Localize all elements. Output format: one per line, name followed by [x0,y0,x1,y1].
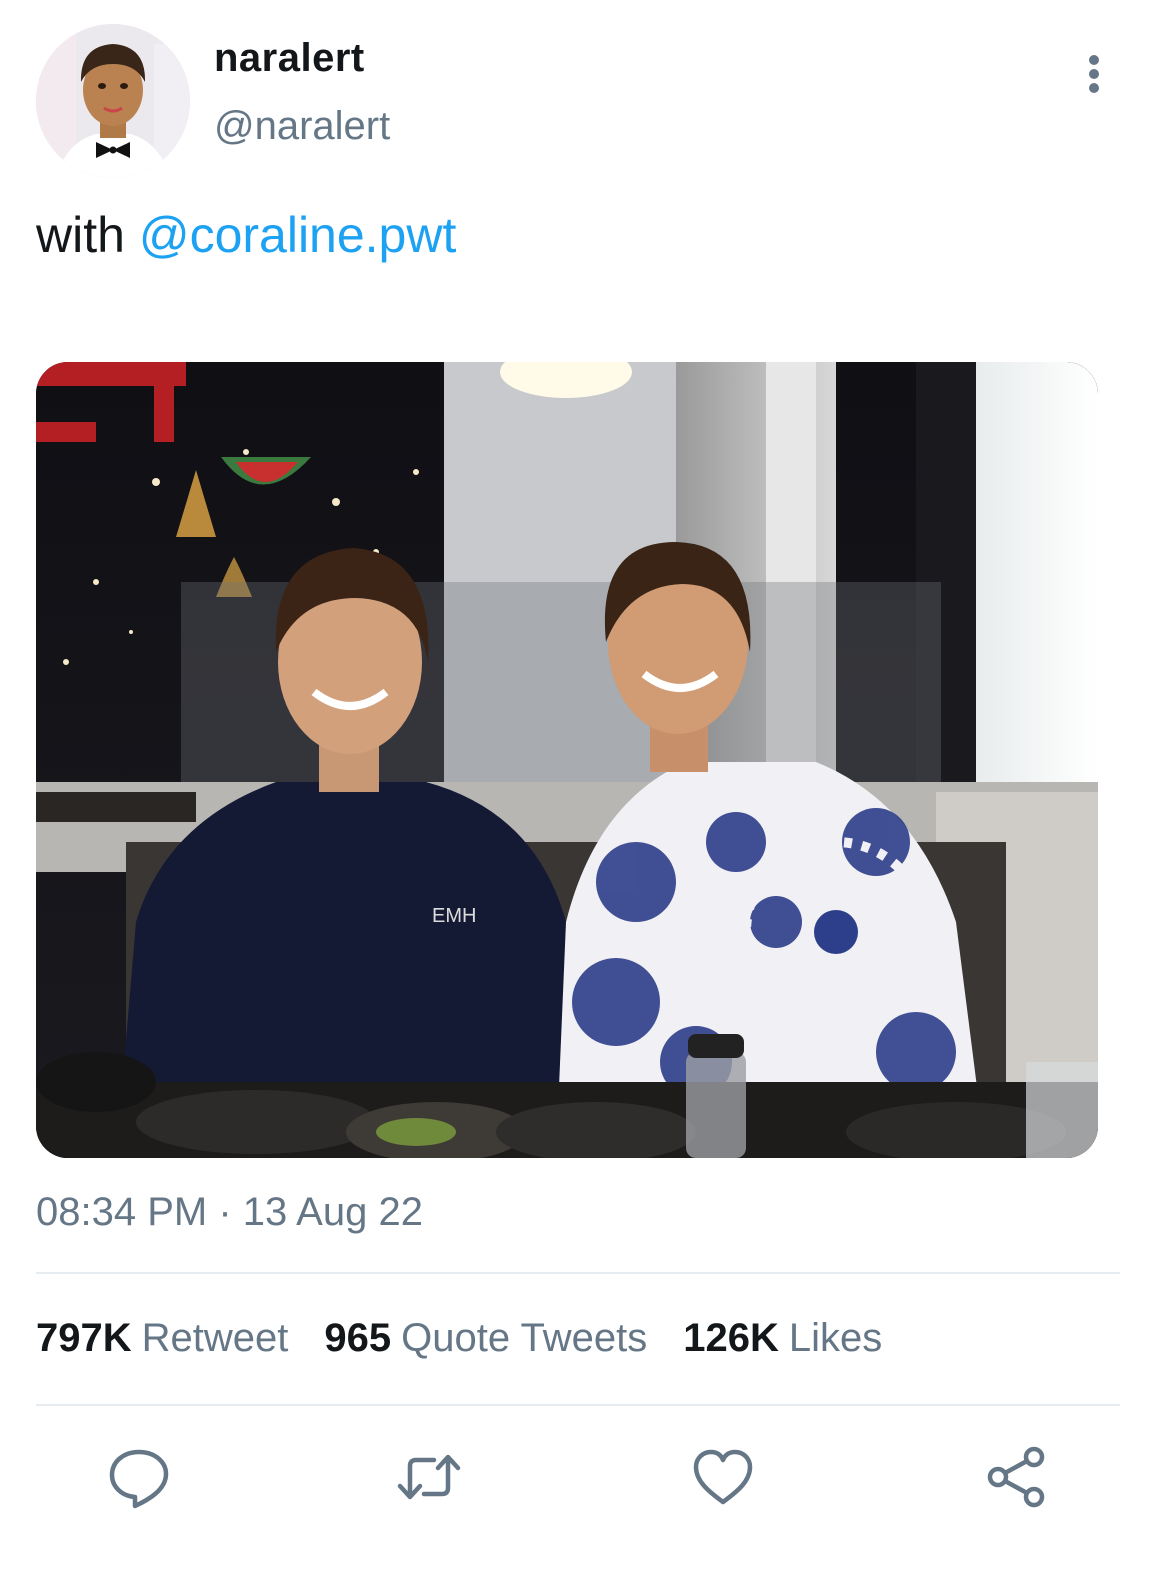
divider [36,1404,1120,1406]
like-button[interactable] [690,1444,756,1510]
reply-button[interactable] [106,1444,172,1510]
retweet-icon [397,1454,461,1500]
tweet-stats: 797K Retweet 965 Quote Tweets 126K Likes [36,1316,918,1361]
quote-tweet-count[interactable]: 965 Quote Tweets [324,1316,647,1361]
quote-tweet-count-value: 965 [324,1316,392,1360]
author-display-name[interactable]: naralert [214,36,365,81]
like-count-value: 126K [683,1316,779,1360]
svg-text:EMH: EMH [432,905,476,927]
retweet-count-value: 797K [36,1316,132,1360]
photo-icon: EMH [36,362,1098,1158]
like-count-label: Likes [788,1316,883,1360]
retweet-count[interactable]: 797K Retweet [36,1316,288,1361]
author-handle[interactable]: @naralert [214,104,390,149]
tweet-text: with @coraline.pwt [36,206,456,264]
tweet-timestamp[interactable]: 08:34 PM · 13 Aug 22 [36,1190,423,1235]
quote-tweet-count-label: Quote Tweets [401,1316,648,1360]
divider [36,1272,1120,1274]
more-options-button[interactable] [1072,50,1116,98]
mention-link[interactable]: @coraline.pwt [139,207,457,263]
share-icon [987,1446,1045,1508]
share-button[interactable] [984,1444,1050,1510]
tweet-photo[interactable]: EMH [36,362,1098,1158]
like-count[interactable]: 126K Likes [683,1316,882,1361]
author-avatar[interactable] [36,24,190,178]
more-vertical-icon [1089,55,1099,93]
retweet-button[interactable] [396,1444,462,1510]
like-icon [693,1449,753,1505]
retweet-count-label: Retweet [141,1316,289,1360]
reply-icon [109,1449,169,1509]
avatar-illustration [36,24,190,178]
tweet-text-prefix: with [36,207,139,263]
